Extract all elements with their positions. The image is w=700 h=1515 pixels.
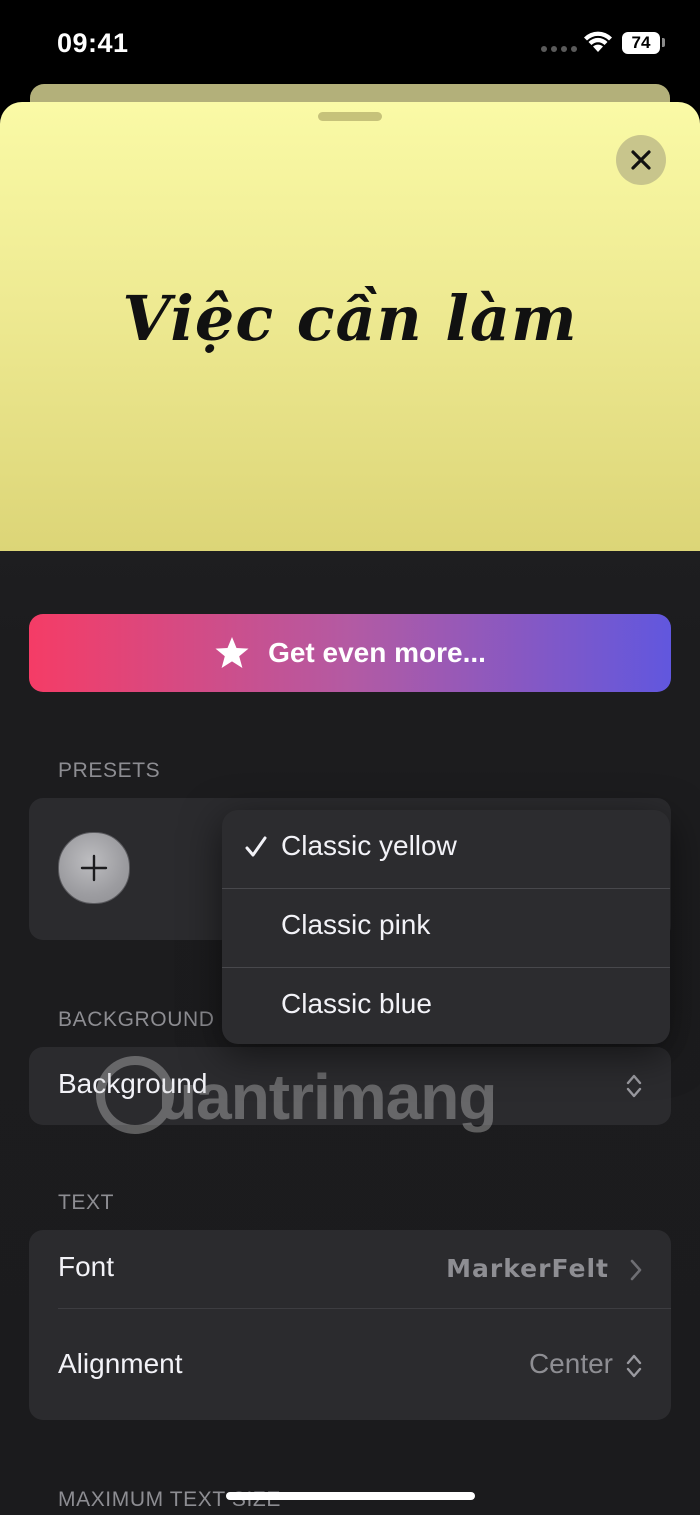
get-more-label: Get even more...	[268, 637, 486, 668]
chevron-up-down-icon	[626, 1074, 642, 1098]
text-card: Font MarkerFelt Alignment Center	[29, 1230, 671, 1420]
font-value: MarkerFelt	[446, 1254, 609, 1283]
get-more-button[interactable]: Get even more...	[29, 614, 671, 692]
close-button[interactable]	[616, 135, 666, 185]
menu-item-classic-yellow[interactable]: Classic yellow	[222, 810, 670, 888]
sheet-grabber[interactable]	[318, 112, 382, 121]
text-section-label: TEXT	[58, 1191, 115, 1214]
chevron-right-icon	[630, 1259, 642, 1281]
plus-icon	[80, 854, 108, 882]
menu-item-classic-pink[interactable]: Classic pink	[222, 889, 670, 967]
menu-item-label: Classic yellow	[281, 830, 457, 861]
battery-icon: 74	[622, 32, 660, 54]
editor-sheet: Việc cần làm Get even more... PRESETS BA…	[0, 102, 700, 1515]
cellular-signal-icon	[541, 46, 577, 52]
close-icon	[631, 150, 651, 170]
status-time: 09:41	[57, 28, 129, 58]
menu-item-label: Classic blue	[281, 988, 432, 1019]
watermark-text: uantrimang	[158, 1061, 497, 1133]
font-row[interactable]: Font MarkerFelt	[29, 1230, 671, 1308]
menu-item-label: Classic pink	[281, 909, 431, 940]
status-bar: 09:41 74	[0, 0, 700, 90]
alignment-row-label: Alignment	[58, 1348, 183, 1379]
font-row-label: Font	[58, 1251, 115, 1282]
note-preview: Việc cần làm	[0, 102, 700, 551]
menu-item-classic-blue[interactable]: Classic blue	[222, 968, 670, 1044]
note-title: Việc cần làm	[122, 282, 578, 355]
star-icon	[215, 637, 249, 668]
checkmark-icon	[245, 836, 267, 857]
watermark-logo: uantrimang	[96, 1054, 497, 1144]
wifi-icon	[584, 31, 612, 52]
background-section-label: BACKGROUND	[58, 1008, 215, 1031]
presets-section-label: PRESETS	[58, 759, 161, 782]
chevron-up-down-icon	[626, 1354, 642, 1378]
home-indicator[interactable]	[226, 1492, 475, 1500]
add-preset-button[interactable]	[58, 832, 130, 904]
alignment-row[interactable]: Alignment Center	[29, 1309, 671, 1420]
battery-tip	[662, 38, 665, 47]
presets-menu: Classic yellow Classic pink Classic blue	[222, 810, 670, 1044]
alignment-value: Center	[528, 1348, 613, 1379]
